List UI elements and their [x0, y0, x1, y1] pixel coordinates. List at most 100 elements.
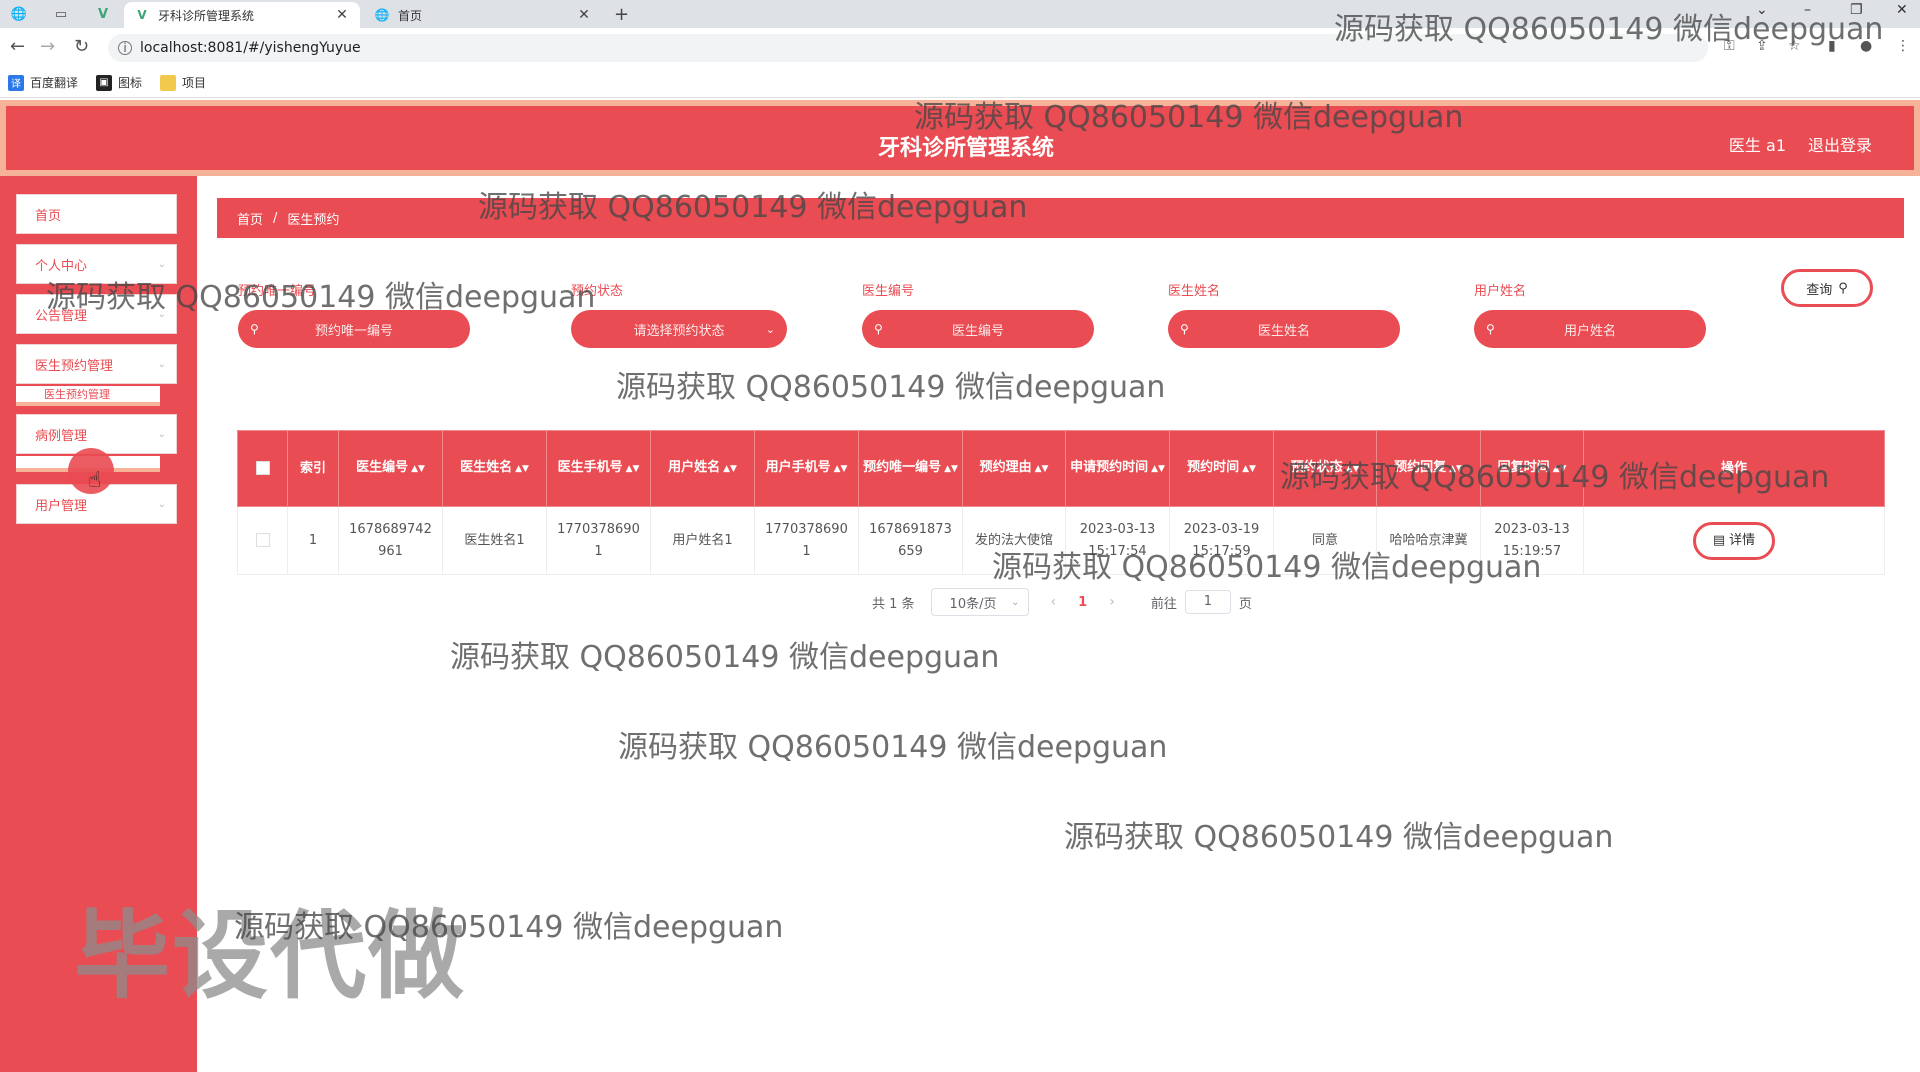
breadcrumb: 首页 / 医生预约 [217, 198, 1904, 238]
page-number-current[interactable]: 1 [1078, 595, 1087, 610]
tab-home[interactable]: 🌐 首页 ✕ [364, 2, 602, 28]
bookmark-item[interactable]: 译 百度翻译 [8, 74, 78, 91]
column-header[interactable]: 医生手机号 ▲▼ [546, 430, 651, 507]
status-select[interactable]: 请选择预约状态 ⌄ [571, 310, 787, 348]
close-window-icon[interactable]: ✕ [1896, 2, 1908, 18]
bookmark-item[interactable]: ▣ 图标 [96, 74, 142, 91]
sidebar-subitem-appointment[interactable]: 医生预约管理 [16, 386, 160, 406]
info-icon[interactable]: i [118, 41, 132, 55]
globe-icon: 🌐 [374, 8, 390, 22]
column-header[interactable]: 医生编号 ▲▼ [338, 430, 443, 507]
folder-icon [160, 74, 177, 91]
hand-cursor-icon: ☝ [88, 468, 102, 493]
sidebar-item-label: 用户管理 [35, 498, 88, 514]
url-text: localhost:8081/#/yishengYuyue [140, 40, 361, 56]
watermark-logo-text: 毕设代做 [74, 900, 466, 1012]
row-checkbox[interactable] [237, 506, 288, 575]
input-placeholder: 医生编号 [951, 323, 1004, 339]
search-icon: ⚲ [874, 322, 883, 336]
column-header[interactable]: 预约唯一编号 ▲▼ [858, 430, 963, 507]
cell-booking-no: 1678691873659 [858, 506, 963, 575]
watermark-text: 源码获取 QQ86050149 微信deepguan [1334, 12, 1884, 47]
chevron-down-icon: ⌄ [157, 358, 166, 370]
sort-icon: ▲▼ [723, 464, 737, 474]
doctor-name-input[interactable]: ⚲ 医生姓名 [1168, 310, 1400, 348]
sidebar-item-label: 首页 [35, 208, 62, 224]
watermark-text: 源码获取 QQ86050149 微信deepguan [234, 910, 784, 945]
detail-button-label: 详情 [1729, 532, 1756, 548]
translate-icon: 译 [8, 74, 24, 91]
forward-icon[interactable]: → [40, 36, 55, 57]
sort-icon: ▲▼ [515, 464, 529, 474]
cell-doctor-name: 医生姓名1 [442, 506, 547, 575]
reload-icon[interactable]: ↻ [74, 36, 89, 57]
filter-label-user-name: 用户姓名 [1474, 284, 1527, 299]
input-placeholder: 用户姓名 [1563, 323, 1616, 339]
filter-label-doctor-no: 医生编号 [862, 284, 915, 299]
column-header[interactable]: 预约时间 ▲▼ [1169, 430, 1274, 507]
blank-tab-icon[interactable]: ▭ [48, 4, 74, 24]
query-button-label: 查询 [1806, 282, 1833, 298]
vue-icon[interactable]: V [90, 4, 116, 24]
column-header[interactable]: 用户姓名 ▲▼ [650, 430, 755, 507]
bookmark-label: 图标 [118, 76, 143, 90]
chevron-down-icon: ⌄ [157, 498, 166, 510]
globe-icon[interactable]: 🌐 [6, 4, 32, 24]
watermark-text: 源码获取 QQ86050149 微信deepguan [450, 640, 1000, 675]
prev-page-icon[interactable]: ‹ [1051, 594, 1057, 610]
logout-button[interactable]: 退出登录 [1808, 132, 1872, 156]
detail-button[interactable]: ▤ 详情 [1693, 521, 1775, 560]
image-icon: ▣ [96, 74, 113, 91]
sidebar-item-appointment[interactable]: 医生预约管理 ⌄ [16, 344, 177, 384]
watermark-text: 源码获取 QQ86050149 微信deepguan [1064, 820, 1614, 855]
back-icon[interactable]: ← [10, 36, 25, 57]
watermark-text: 源码获取 QQ86050149 微信deepguan [616, 370, 1166, 405]
breadcrumb-current: 医生预约 [287, 212, 340, 228]
select-placeholder: 请选择预约状态 [633, 323, 725, 339]
watermark-text: 源码获取 QQ86050149 微信deepguan [1280, 460, 1830, 495]
cell-user-name: 用户姓名1 [650, 506, 755, 575]
filter-label-doctor-name: 医生姓名 [1168, 284, 1221, 299]
cell-user-phone: 17703786901 [754, 506, 859, 575]
sidebar-item-label: 医生预约管理 [35, 358, 114, 374]
doctor-no-input[interactable]: ⚲ 医生编号 [862, 310, 1094, 348]
breadcrumb-separator: / [273, 210, 278, 226]
input-placeholder: 预约唯一编号 [314, 323, 393, 339]
goto-page-input[interactable]: 1 [1184, 590, 1231, 614]
bookmark-label: 项目 [182, 76, 207, 90]
search-icon: ⚲ [1838, 280, 1848, 296]
bookmark-item[interactable]: 项目 [160, 74, 206, 91]
search-icon: ⚲ [1180, 322, 1189, 336]
vue-icon: V [137, 8, 147, 22]
watermark-text: 源码获取 QQ86050149 微信deepguan [914, 100, 1464, 135]
chevron-down-icon: ⌄ [157, 258, 166, 270]
more-icon[interactable]: ⋮ [1896, 38, 1910, 54]
page-size-value: 10条/页 [949, 596, 997, 612]
sidebar-item-home[interactable]: 首页 [16, 194, 177, 234]
tab-title: 首页 [398, 8, 423, 23]
new-tab-icon[interactable]: + [614, 4, 629, 25]
current-user: 医生 a1 [1728, 136, 1786, 155]
page-size-select[interactable]: 10条/页 ⌄ [930, 588, 1029, 616]
column-header[interactable]: 申请预约时间 ▲▼ [1065, 430, 1170, 507]
chevron-down-icon: ⌄ [1011, 596, 1020, 608]
column-header[interactable]: 预约理由 ▲▼ [962, 430, 1066, 507]
document-icon: ▤ [1712, 532, 1726, 548]
close-icon[interactable]: ✕ [576, 7, 592, 23]
breadcrumb-home[interactable]: 首页 [237, 209, 263, 228]
column-header[interactable]: 医生姓名 ▲▼ [442, 430, 547, 507]
sort-icon: ▲▼ [833, 464, 848, 474]
close-icon[interactable]: ✕ [334, 7, 350, 23]
query-button[interactable]: 查询 ⚲ [1781, 269, 1873, 307]
user-name-input[interactable]: ⚲ 用户姓名 [1474, 310, 1706, 348]
next-page-icon[interactable]: › [1109, 594, 1115, 610]
page-suffix: 页 [1238, 596, 1252, 612]
column-header[interactable]: 用户手机号 ▲▼ [754, 430, 859, 507]
watermark-text: 源码获取 QQ86050149 微信deepguan [618, 730, 1168, 765]
pagination-total: 共 1 条 [872, 596, 915, 612]
cell-doctor-no: 1678689742961 [338, 506, 443, 575]
tab-title: 牙科诊所管理系统 [158, 8, 255, 23]
tab-active[interactable]: V 牙科诊所管理系统 ✕ [124, 2, 360, 28]
select-all-checkbox[interactable] [237, 430, 288, 507]
cell-doctor-phone: 17703786901 [546, 506, 651, 575]
